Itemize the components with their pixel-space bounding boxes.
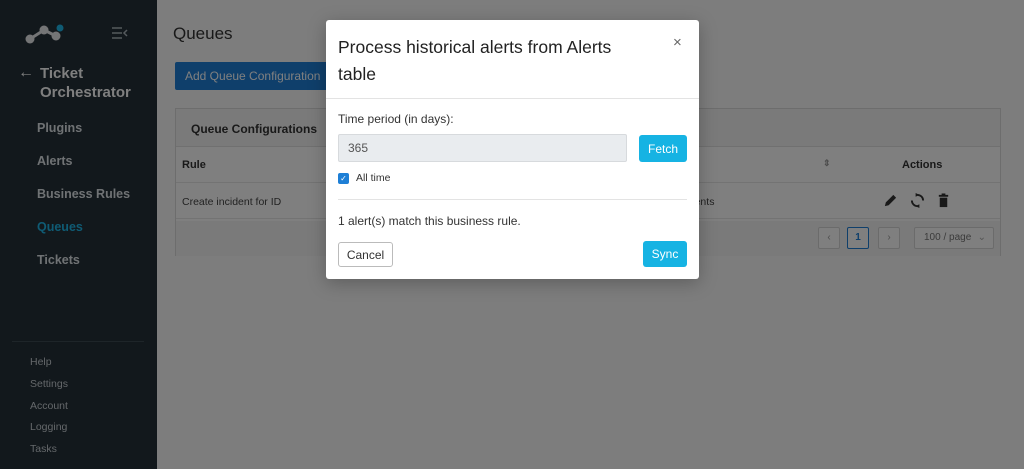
fetch-button[interactable]: Fetch	[639, 135, 687, 162]
all-time-checkbox[interactable]: ✓	[338, 172, 349, 184]
time-period-label: Time period (in days):	[338, 112, 454, 126]
modal-title: Process historical alerts from Alerts ta…	[338, 37, 612, 84]
modal-body-divider	[338, 199, 687, 200]
all-time-checkbox-row[interactable]: ✓ All time	[338, 172, 390, 184]
match-count-text: 1 alert(s) match this business rule.	[338, 214, 521, 228]
close-icon[interactable]: ×	[673, 34, 682, 51]
time-period-input[interactable]	[338, 134, 627, 162]
all-time-label[interactable]: All time	[356, 172, 390, 184]
cancel-button[interactable]: Cancel	[338, 242, 393, 267]
process-historical-alerts-modal: Process historical alerts from Alerts ta…	[326, 20, 699, 279]
modal-header-divider	[326, 98, 699, 99]
sync-button[interactable]: Sync	[643, 241, 687, 267]
